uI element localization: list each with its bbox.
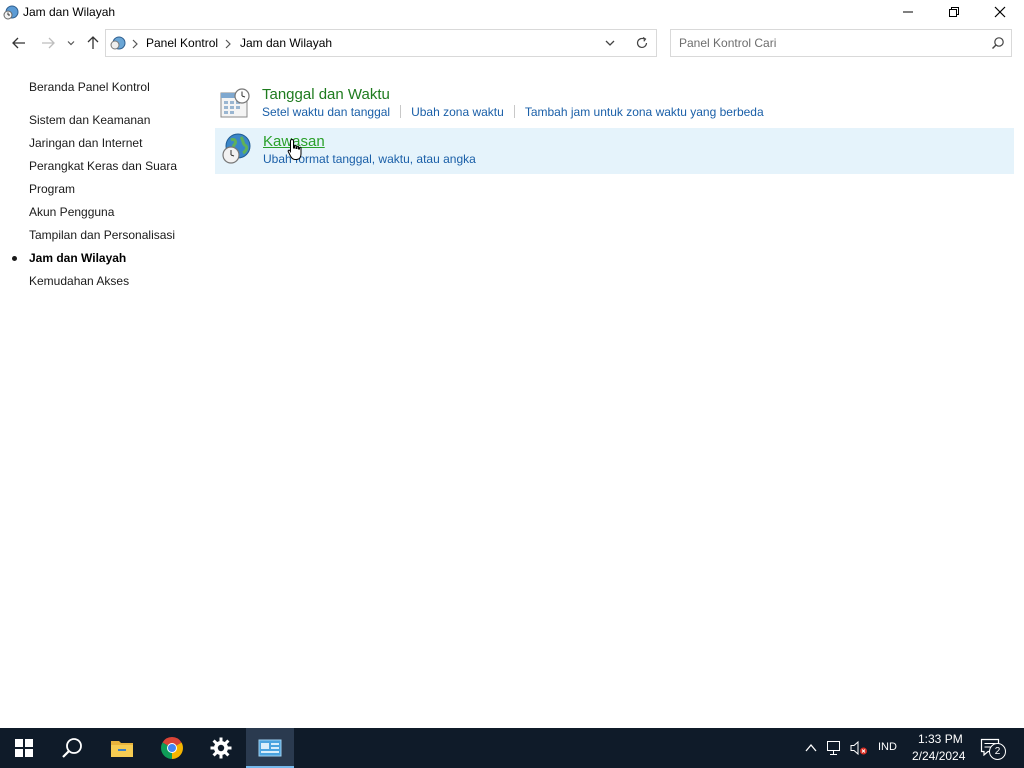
- clock-time[interactable]: 1:33 PM: [918, 732, 963, 746]
- window-title: Jam dan Wilayah: [23, 5, 116, 19]
- sidebar-item-hardware-sound[interactable]: Perangkat Keras dan Suara: [29, 159, 177, 173]
- arrow-up-icon: [87, 36, 99, 49]
- link-separator: [400, 105, 402, 118]
- clock-date[interactable]: 2/24/2024: [912, 749, 965, 763]
- breadcrumb-control-panel[interactable]: Panel Kontrol: [146, 36, 218, 50]
- title-bar: Jam dan Wilayah: [0, 0, 1024, 24]
- recent-locations-button[interactable]: [63, 34, 79, 52]
- search-icon[interactable]: [991, 36, 1005, 50]
- settings-icon: [210, 737, 232, 759]
- network-icon[interactable]: [826, 740, 844, 756]
- taskbar-file-explorer[interactable]: [98, 728, 146, 768]
- active-indicator: [12, 256, 17, 261]
- sidebar-item-ease-of-access[interactable]: Kemudahan Akses: [29, 274, 129, 288]
- taskbar-search-button[interactable]: [48, 728, 96, 768]
- refresh-button[interactable]: [627, 29, 657, 57]
- sidebar-item-system-security[interactable]: Sistem dan Keamanan: [29, 113, 150, 127]
- link-separator: [513, 105, 515, 118]
- chevron-right-icon: [225, 39, 231, 49]
- close-button[interactable]: [977, 0, 1023, 24]
- minimize-icon: [903, 11, 913, 13]
- taskbar: IND 1:33 PM 2/24/2024 2: [0, 728, 1024, 768]
- address-dropdown-button[interactable]: [597, 29, 623, 57]
- calendar-clock-icon: [220, 88, 250, 118]
- taskbar-settings[interactable]: [197, 728, 245, 768]
- category-title-date-time[interactable]: Tanggal dan Waktu: [262, 86, 390, 103]
- breadcrumb-clock-region[interactable]: Jam dan Wilayah: [240, 36, 332, 50]
- address-bar[interactable]: Panel Kontrol Jam dan Wilayah: [105, 29, 657, 57]
- sidebar-item-user-accounts[interactable]: Akun Pengguna: [29, 205, 114, 219]
- globe-clock-icon: [222, 133, 251, 164]
- chevron-right-icon: [132, 39, 138, 49]
- search-icon: [62, 738, 82, 758]
- notification-badge: 2: [989, 743, 1006, 760]
- chevron-down-icon: [67, 41, 75, 46]
- category-date-time: Tanggal dan Waktu Setel waktu dan tangga…: [215, 82, 1014, 128]
- sidebar-item-network-internet[interactable]: Jaringan dan Internet: [29, 136, 142, 150]
- restore-button[interactable]: [931, 0, 977, 24]
- arrow-left-icon: [12, 37, 25, 49]
- refresh-icon: [636, 36, 647, 49]
- chevron-up-icon[interactable]: [804, 742, 818, 754]
- sidebar-item-clock-region[interactable]: Jam dan Wilayah: [29, 251, 126, 265]
- sidebar-item-appearance[interactable]: Tampilan dan Personalisasi: [29, 228, 175, 242]
- set-date-time-link[interactable]: Setel waktu dan tanggal: [262, 105, 390, 119]
- clock-globe-icon: [3, 5, 19, 20]
- volume-muted-icon[interactable]: [849, 740, 869, 756]
- category-links-date-time: Setel waktu dan tanggal Ubah zona waktu Ta…: [262, 105, 764, 119]
- start-button[interactable]: [0, 728, 48, 768]
- add-clocks-link[interactable]: Tambah jam untuk zona waktu yang berbeda: [525, 105, 764, 119]
- forward-button[interactable]: [38, 34, 58, 52]
- category-region[interactable]: Kawasan Ubah format tanggal, waktu, atau…: [215, 128, 1014, 174]
- sidebar-item-programs[interactable]: Program: [29, 182, 75, 196]
- control-panel-icon: [110, 36, 126, 50]
- restore-icon: [949, 7, 959, 17]
- sidebar-item-control-panel-home[interactable]: Beranda Panel Kontrol: [29, 80, 150, 94]
- search-input[interactable]: [679, 36, 979, 50]
- chevron-down-icon: [605, 40, 615, 46]
- windows-start-icon: [15, 739, 33, 757]
- hand-cursor-icon: [287, 138, 302, 160]
- search-box[interactable]: [670, 29, 1012, 57]
- language-indicator[interactable]: IND: [878, 741, 897, 753]
- back-button[interactable]: [9, 34, 29, 52]
- change-time-zone-link[interactable]: Ubah zona waktu: [411, 105, 504, 119]
- file-explorer-icon: [111, 741, 133, 757]
- arrow-right-icon: [42, 37, 55, 49]
- action-center-button[interactable]: 2: [980, 738, 1006, 760]
- up-button[interactable]: [83, 34, 103, 52]
- close-icon: [994, 6, 1006, 18]
- chrome-icon: [161, 737, 183, 759]
- control-panel-icon: [258, 739, 282, 757]
- taskbar-control-panel[interactable]: [246, 728, 294, 768]
- taskbar-chrome[interactable]: [148, 728, 196, 768]
- minimize-button[interactable]: [885, 0, 931, 24]
